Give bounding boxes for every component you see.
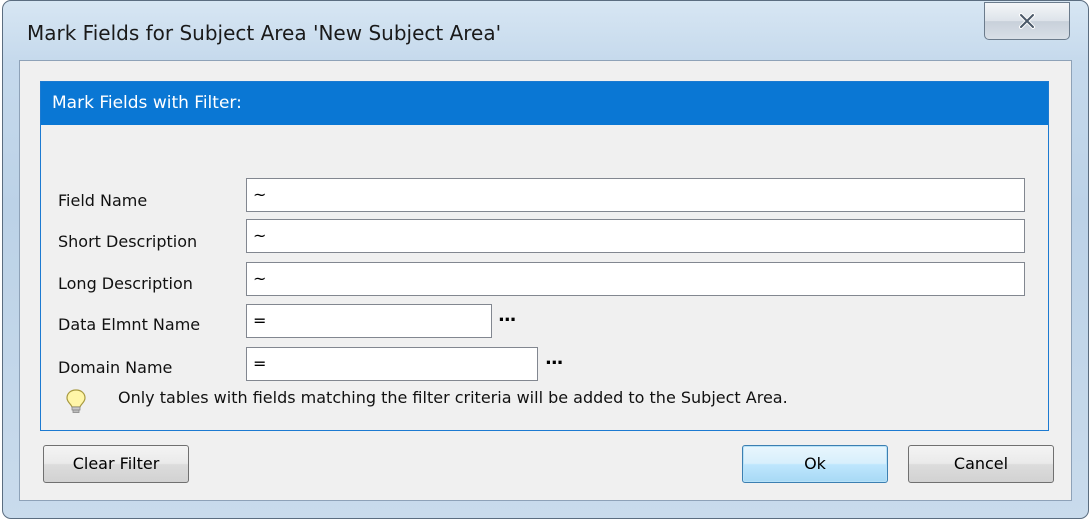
short-description-input[interactable]: ~ <box>246 219 1025 253</box>
dialog-body: Mark Fields with Filter: Field Name ~ Sh… <box>19 60 1072 501</box>
cancel-button[interactable]: Cancel <box>908 445 1054 483</box>
window-title: Mark Fields for Subject Area 'New Subjec… <box>27 21 502 45</box>
close-button[interactable] <box>984 2 1070 40</box>
clear-filter-button[interactable]: Clear Filter <box>43 445 189 483</box>
field-name-label: Field Name <box>58 191 148 210</box>
dialog-window: Mark Fields for Subject Area 'New Subjec… <box>2 0 1089 519</box>
filter-group-header: Mark Fields with Filter: <box>41 82 1048 125</box>
lightbulb-icon <box>65 388 87 418</box>
data-element-name-input[interactable]: = <box>246 304 492 338</box>
domain-name-label: Domain Name <box>58 358 173 377</box>
ok-button[interactable]: Ok <box>742 445 888 483</box>
long-description-label: Long Description <box>58 274 193 293</box>
field-name-input[interactable]: ~ <box>246 178 1025 212</box>
data-element-name-label: Data Elmnt Name <box>58 315 201 334</box>
domain-name-input[interactable]: = <box>246 347 538 381</box>
filter-group: Mark Fields with Filter: Field Name ~ Sh… <box>40 81 1049 431</box>
data-element-browse-button[interactable]: ... <box>498 305 516 326</box>
tip-text: Only tables with fields matching the fil… <box>118 388 788 407</box>
short-description-label: Short Description <box>58 232 198 251</box>
close-icon <box>1019 13 1035 29</box>
domain-browse-button[interactable]: ... <box>545 348 563 369</box>
long-description-input[interactable]: ~ <box>246 262 1025 296</box>
